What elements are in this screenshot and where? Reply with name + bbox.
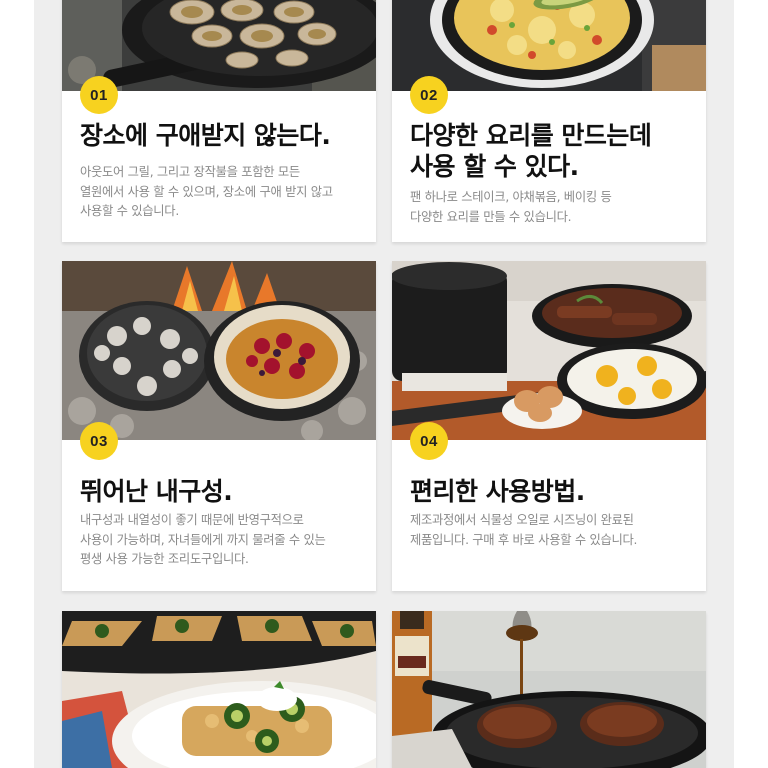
card-description-line: 사용이 가능하며, 자녀들에게 까지 물려줄 수 있는 bbox=[80, 532, 326, 547]
card-description-line: 팬 하나로 스테이크, 야채볶음, 베이킹 등 bbox=[410, 190, 612, 204]
stovetop-skillets-image bbox=[392, 261, 706, 440]
card-description-line: 평생 사용 가능한 조리도구입니다. bbox=[80, 552, 249, 566]
scrambled-eggs-skillet-image bbox=[392, 0, 706, 91]
card-description: 제조과정에서 식물성 오일로 시즈닝이 완료된 제품입니다. 구매 후 바로 사… bbox=[410, 511, 698, 550]
campfire-dutch-oven-image bbox=[62, 261, 376, 440]
card-description: 팬 하나로 스테이크, 야채볶음, 베이킹 등 다양한 요리를 만들 수 있습니… bbox=[410, 188, 698, 227]
feature-card-5 bbox=[62, 611, 376, 768]
card-description-line: 다양한 요리를 만들 수 있습니다. bbox=[410, 209, 572, 224]
number-badge: 03 bbox=[80, 422, 118, 460]
feature-card-3: 03 뛰어난 내구성. 내구성과 내열성이 좋기 때문에 반영구적으로 사용이 … bbox=[62, 261, 376, 591]
card-title-line: 사용 할 수 있다. bbox=[410, 152, 579, 181]
steak-syrup-skillet-image bbox=[392, 611, 706, 768]
card-description-line: 제품입니다. 구매 후 바로 사용할 수 있습니다. bbox=[410, 532, 638, 547]
card-title-line: 편리한 사용방법. bbox=[410, 477, 585, 506]
card-title: 장소에 구애받지 않는다. bbox=[80, 120, 366, 151]
cornbread-pan-image bbox=[62, 611, 376, 768]
card-title-line: 뛰어난 내구성. bbox=[80, 477, 233, 506]
card-description-line: 사용할 수 있습니다. bbox=[80, 204, 179, 218]
card-title-line: 장소에 구애받지 않는다. bbox=[80, 121, 331, 150]
feature-card-4: 04 편리한 사용방법. 제조과정에서 식물성 오일로 시즈닝이 완료된 제품입… bbox=[392, 261, 706, 591]
card-title: 다양한 요리를 만드는데 사용 할 수 있다. bbox=[410, 120, 696, 182]
number-badge: 01 bbox=[80, 76, 118, 114]
feature-card-2: 02 다양한 요리를 만드는데 사용 할 수 있다. 팬 하나로 스테이크, 야… bbox=[392, 0, 706, 242]
feature-card-1: 01 장소에 구애받지 않는다. 아웃도어 그릴, 그리고 장작불을 포함한 모… bbox=[62, 0, 376, 242]
card-description: 내구성과 내열성이 좋기 때문에 반영구적으로 사용이 가능하며, 자녀들에게 … bbox=[80, 511, 368, 570]
card-description-line: 열원에서 사용 할 수 있으며, 장소에 구애 받지 않고 bbox=[80, 184, 333, 199]
card-title: 편리한 사용방법. bbox=[410, 476, 696, 507]
feature-card-6 bbox=[392, 611, 706, 768]
card-description-line: 제조과정에서 식물성 오일로 시즈닝이 완료된 bbox=[410, 513, 634, 527]
card-title-line: 다양한 요리를 만드는데 bbox=[410, 121, 652, 150]
card-description-line: 아웃도어 그릴, 그리고 장작불을 포함한 모든 bbox=[80, 165, 300, 179]
card-title: 뛰어난 내구성. bbox=[80, 476, 366, 507]
card-description: 아웃도어 그릴, 그리고 장작불을 포함한 모든 열원에서 사용 할 수 있으며… bbox=[80, 163, 368, 222]
oysters-skillet-image bbox=[62, 0, 376, 91]
number-badge: 04 bbox=[410, 422, 448, 460]
number-badge: 02 bbox=[410, 76, 448, 114]
card-description-line: 내구성과 내열성이 좋기 때문에 반영구적으로 bbox=[80, 513, 304, 527]
